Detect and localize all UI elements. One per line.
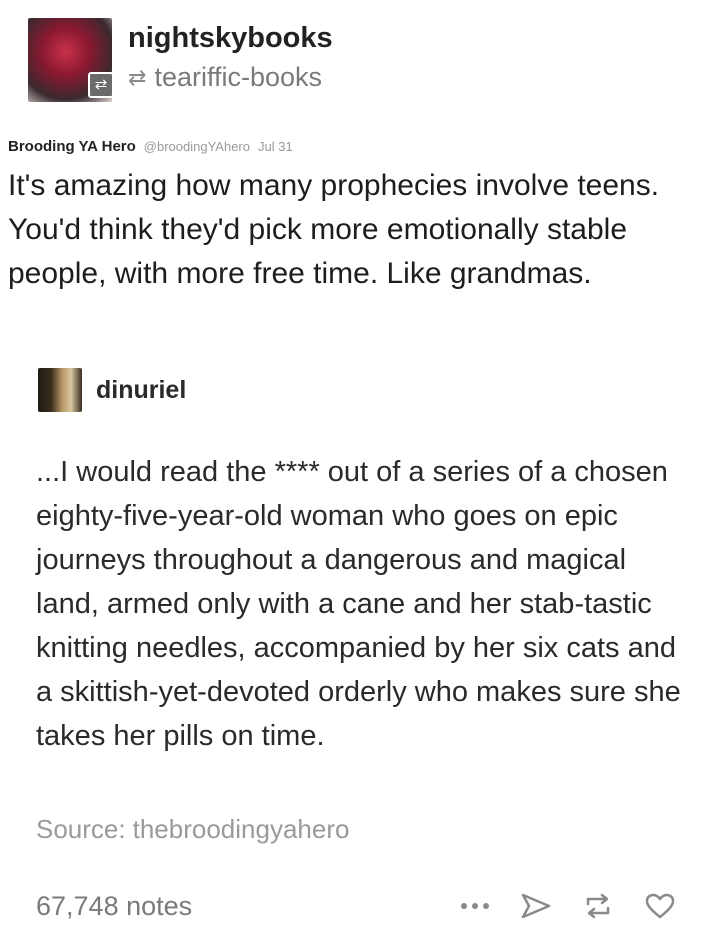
tweet-handle: @broodingYAhero <box>143 139 250 154</box>
post-footer: 67,748 notes <box>36 884 676 928</box>
reblogged-from-name[interactable]: teariffic-books <box>154 62 322 93</box>
reply-username[interactable]: dinuriel <box>96 376 186 405</box>
tweet-meta: Brooding YA Hero @broodingYAhero Jul 31 <box>8 138 293 155</box>
tweet-date: Jul 31 <box>258 139 293 154</box>
source-label: Source: <box>36 814 126 844</box>
source-line: Source: thebroodingyahero <box>36 814 349 845</box>
reply-text: ...I would read the **** out of a series… <box>36 456 681 752</box>
blog-name[interactable]: nightskybooks <box>128 22 333 55</box>
share-icon[interactable] <box>520 892 552 920</box>
source-link[interactable]: thebroodingyahero <box>133 814 350 844</box>
reblogged-from: ⇄ teariffic-books <box>128 62 322 93</box>
reply-avatar[interactable] <box>38 368 82 412</box>
tweet-text: It's amazing how many prophecies involve… <box>8 169 660 290</box>
reblog-icon[interactable] <box>582 892 614 920</box>
reblog-icon: ⇄ <box>128 64 147 90</box>
notes-count[interactable]: 67,748 notes <box>36 891 192 922</box>
reply-header: dinuriel <box>38 368 186 412</box>
post-actions <box>430 892 676 920</box>
tumblr-post: ⇄ nightskybooks ⇄ teariffic-books Broodi… <box>0 0 703 930</box>
more-icon[interactable] <box>460 901 490 911</box>
reblog-badge-icon: ⇄ <box>88 72 114 98</box>
tweet-author: Brooding YA Hero <box>8 138 136 155</box>
heart-icon[interactable] <box>644 892 676 920</box>
